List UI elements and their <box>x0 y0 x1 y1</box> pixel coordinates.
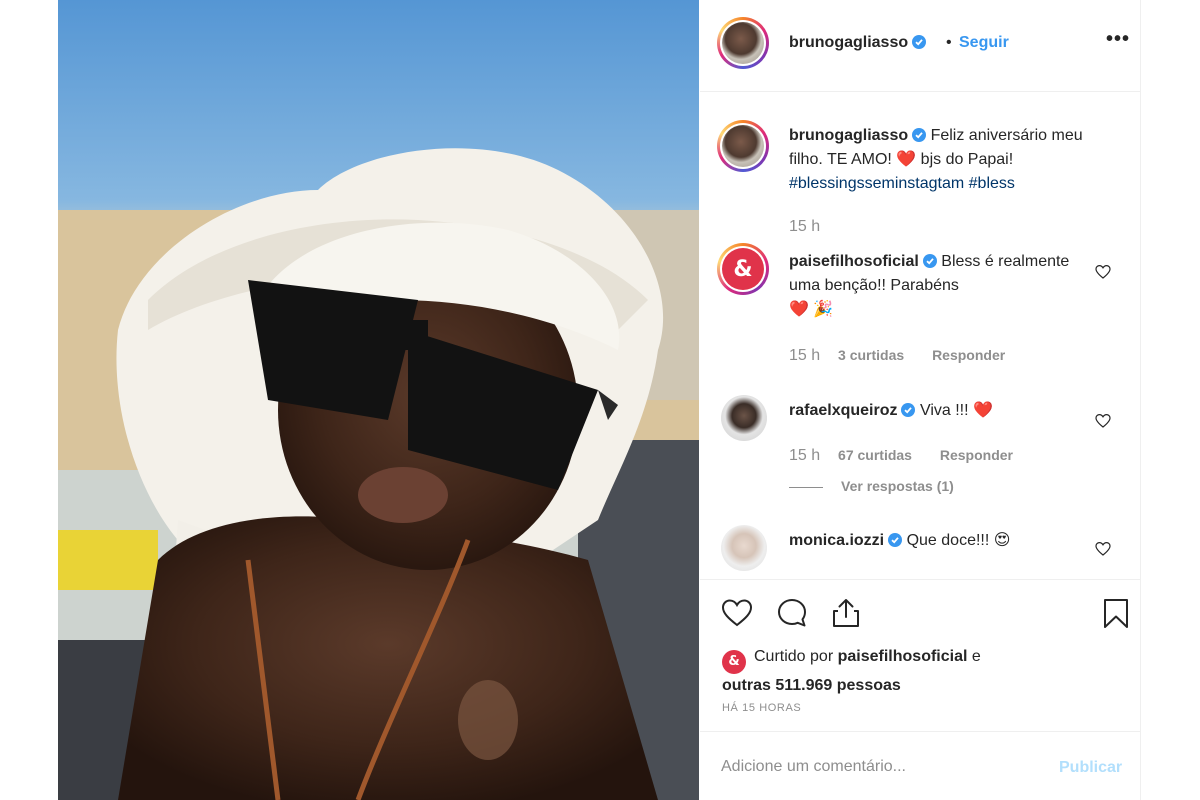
verified-badge-icon <box>912 35 927 49</box>
post-timestamp[interactable]: HÁ 15 HORAS <box>722 702 801 714</box>
commenter-avatar[interactable] <box>721 525 767 571</box>
view-replies-label: Ver respostas (1) <box>841 478 954 494</box>
comment-username[interactable]: paisefilhosoficial <box>789 253 937 270</box>
comment-text: rafaelxqueiroz Viva !!! ❤️ <box>789 399 1099 423</box>
comment-emojis: ❤️ 🎉 <box>789 301 834 318</box>
like-comment-heart-icon[interactable] <box>1095 541 1111 557</box>
replies-divider <box>789 486 823 488</box>
comment-meta: 15 h 67 curtidas Responder <box>789 447 1037 465</box>
comment-body: Viva !!! ❤️ <box>919 402 993 419</box>
share-icon[interactable] <box>830 597 862 629</box>
comment-username[interactable]: monica.iozzi <box>789 532 903 549</box>
comment-username[interactable]: rafaelxqueiroz <box>789 402 916 419</box>
comment-time[interactable]: 15 h <box>789 447 820 464</box>
view-replies-button[interactable]: Ver respostas (1) <box>789 478 954 494</box>
caption-author-avatar[interactable] <box>717 120 769 172</box>
verified-badge-icon <box>922 254 937 268</box>
author-avatar[interactable] <box>717 17 769 69</box>
reply-button[interactable]: Responder <box>940 447 1013 463</box>
like-comment-heart-icon[interactable] <box>1095 264 1111 280</box>
caption-text: brunogagliasso Feliz aniversário meu fil… <box>789 124 1099 196</box>
comment-meta: 15 h 3 curtidas Responder <box>789 347 1029 365</box>
likes-prefix: Curtido por <box>754 648 834 665</box>
comment-time[interactable]: 15 h <box>789 347 820 364</box>
like-comment-heart-icon[interactable] <box>1095 413 1111 429</box>
post-photo-illustration <box>58 0 699 800</box>
likes-count[interactable]: outras 511.969 pessoas <box>722 677 901 694</box>
comments-list[interactable]: brunogagliasso Feliz aniversário meu fil… <box>700 93 1141 579</box>
verified-badge-icon <box>901 403 916 417</box>
commenter-avatar[interactable]: & <box>717 243 769 295</box>
reply-button[interactable]: Responder <box>932 347 1005 363</box>
liker-avatar: & <box>722 650 746 674</box>
add-comment-bar: Publicar <box>700 731 1141 800</box>
comment-input[interactable] <box>721 754 1041 780</box>
comment-likes[interactable]: 3 curtidas <box>838 347 904 363</box>
brand-ampersand-logo: & <box>722 248 764 290</box>
like-heart-icon[interactable] <box>721 597 753 629</box>
more-options-icon[interactable]: ••• <box>1106 28 1130 51</box>
post-header: brunogagliasso • Seguir ••• <box>700 0 1141 92</box>
post-actions: & Curtido por paisefilhosoficial e outras… <box>700 579 1141 729</box>
commenter-avatar[interactable] <box>721 395 767 441</box>
comment-text: monica.iozzi Que doce!!! 😍 <box>789 529 1099 553</box>
follow-button[interactable]: Seguir <box>959 34 1009 52</box>
likes-middle: e <box>971 648 981 665</box>
likes-summary[interactable]: & Curtido por paisefilhosoficial e outras… <box>722 645 981 697</box>
post-side-panel: brunogagliasso • Seguir ••• brunogaglias… <box>700 0 1141 800</box>
comment-body: Que doce!!! 😍 <box>906 532 1011 549</box>
header-separator: • <box>946 34 952 51</box>
liker-username[interactable]: paisefilhosoficial <box>838 648 968 665</box>
caption-time[interactable]: 15 h <box>789 218 820 235</box>
comment-likes[interactable]: 67 curtidas <box>838 447 912 463</box>
caption-username[interactable]: brunogagliasso <box>789 127 927 144</box>
caption-meta: 15 h <box>789 218 834 236</box>
verified-badge-icon <box>912 128 927 142</box>
comment-text: paisefilhosoficial Bless é realmente uma… <box>789 250 1099 322</box>
author-username[interactable]: brunogagliasso <box>789 34 927 52</box>
comment-bubble-icon[interactable] <box>776 597 808 629</box>
post-image[interactable] <box>58 0 699 800</box>
publish-button[interactable]: Publicar <box>1059 759 1122 777</box>
caption-hashtags[interactable]: #blessingsseminstagtam #bless <box>789 175 1015 192</box>
bookmark-icon[interactable] <box>1100 597 1132 629</box>
verified-badge-icon <box>888 533 903 547</box>
